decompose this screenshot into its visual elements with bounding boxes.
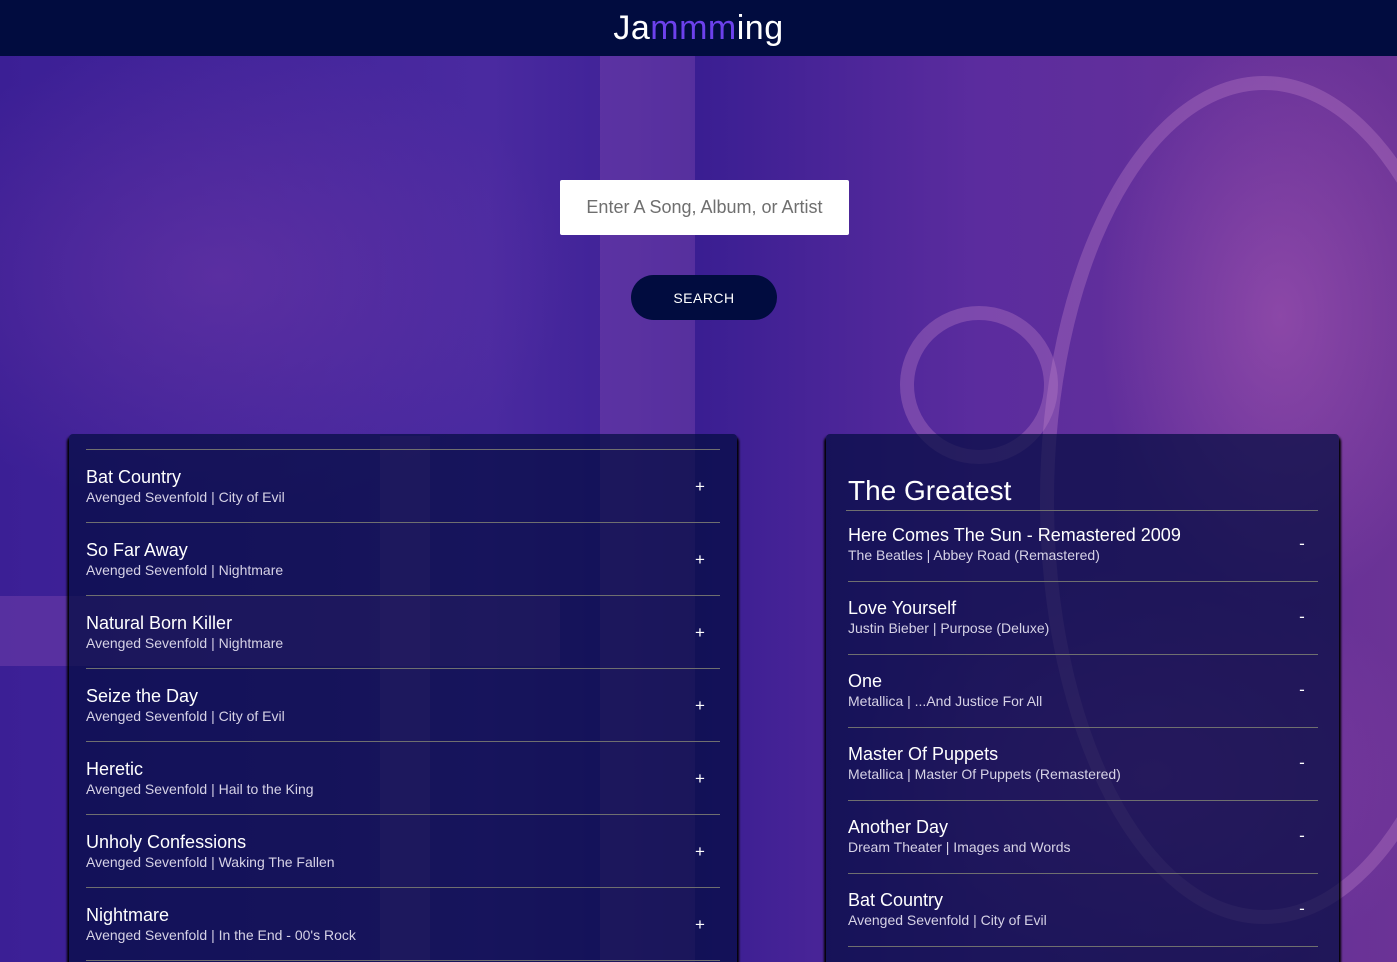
result-track: Seize the Day Avenged Sevenfold | City o…	[86, 669, 720, 742]
track-name: Another Day	[848, 817, 949, 837]
remove-track-button[interactable]: -	[1292, 821, 1312, 851]
result-track: Bat Country Avenged Sevenfold | City of …	[86, 450, 720, 523]
track-artist-album: Metallica | ...And Justice For All	[848, 693, 1043, 709]
playlist-track-list: Here Comes The Sun - Remastered 2009 The…	[848, 509, 1318, 947]
track-artist-album: Avenged Sevenfold | City of Evil	[86, 708, 285, 724]
playlist-track: Love Yourself Justin Bieber | Purpose (D…	[848, 582, 1318, 655]
remove-track-button[interactable]: -	[1292, 529, 1312, 559]
track-name: Bat Country	[848, 890, 944, 910]
remove-track-button[interactable]: -	[1292, 675, 1312, 705]
logo-text-start: Ja	[613, 9, 651, 47]
playlist-track: One Metallica | ...And Justice For All -	[848, 655, 1318, 728]
track-artist-album: Avenged Sevenfold | Nightmare	[86, 562, 284, 578]
track-artist-album: Avenged Sevenfold | City of Evil	[86, 489, 285, 505]
search-input[interactable]	[560, 180, 849, 235]
track-name: Bat Country	[86, 467, 182, 487]
track-name: So Far Away	[86, 540, 188, 560]
add-track-button[interactable]: +	[690, 837, 710, 867]
track-name: Master Of Puppets	[848, 744, 999, 764]
track-artist-album: Avenged Sevenfold | Nightmare	[86, 635, 284, 651]
track-name: Heretic	[86, 759, 144, 779]
remove-track-button[interactable]: -	[1292, 748, 1312, 778]
track-name: Love Yourself	[848, 598, 957, 618]
add-track-button[interactable]: +	[690, 764, 710, 794]
playlist-name-input[interactable]	[846, 474, 1318, 511]
track-name: Nightmare	[86, 905, 170, 925]
playlist-track: Another Day Dream Theater | Images and W…	[848, 801, 1318, 874]
add-track-button[interactable]: +	[690, 472, 710, 502]
playlist-panel: Here Comes The Sun - Remastered 2009 The…	[826, 434, 1339, 962]
add-track-button[interactable]: +	[690, 910, 710, 940]
track-name: One	[848, 671, 883, 691]
playlist-track: Master Of Puppets Metallica | Master Of …	[848, 728, 1318, 801]
app-header: Jammming	[0, 0, 1397, 56]
result-track: Heretic Avenged Sevenfold | Hail to the …	[86, 742, 720, 815]
track-artist-album: Avenged Sevenfold | In the End - 00's Ro…	[86, 927, 356, 943]
result-track: Nightmare Avenged Sevenfold | In the End…	[86, 888, 720, 961]
remove-track-button[interactable]: -	[1292, 894, 1312, 924]
track-artist-album: Avenged Sevenfold | Waking The Fallen	[86, 854, 335, 870]
add-track-button[interactable]: +	[690, 618, 710, 648]
search-results-panel: Bat Country Avenged Sevenfold | City of …	[69, 434, 737, 962]
logo-text-end: ing	[736, 9, 784, 47]
playlist-track: Here Comes The Sun - Remastered 2009 The…	[848, 509, 1318, 582]
remove-track-button[interactable]: -	[1292, 602, 1312, 632]
track-name: Seize the Day	[86, 686, 199, 706]
result-track: So Far Away Avenged Sevenfold | Nightmar…	[86, 523, 720, 596]
add-track-button[interactable]: +	[690, 545, 710, 575]
track-artist-album: Metallica | Master Of Puppets (Remastere…	[848, 766, 1121, 782]
track-name: Natural Born Killer	[86, 613, 233, 633]
result-track: Natural Born Killer Avenged Sevenfold | …	[86, 596, 720, 669]
track-artist-album: The Beatles | Abbey Road (Remastered)	[848, 547, 1100, 563]
track-artist-album: Avenged Sevenfold | City of Evil	[848, 912, 1047, 928]
track-artist-album: Avenged Sevenfold | Hail to the King	[86, 781, 314, 797]
logo-text-accent: mmm	[650, 9, 737, 47]
search-results-list: Bat Country Avenged Sevenfold | City of …	[86, 449, 720, 961]
search-button[interactable]: SEARCH	[631, 275, 777, 320]
add-track-button[interactable]: +	[690, 691, 710, 721]
track-name: Here Comes The Sun - Remastered 2009	[848, 525, 1181, 545]
app-logo: Jammming	[613, 11, 783, 45]
result-track: Unholy Confessions Avenged Sevenfold | W…	[86, 815, 720, 888]
track-name: Unholy Confessions	[86, 832, 247, 852]
playlist-track: Bat Country Avenged Sevenfold | City of …	[848, 874, 1318, 947]
track-artist-album: Dream Theater | Images and Words	[848, 839, 1071, 855]
track-artist-album: Justin Bieber | Purpose (Deluxe)	[848, 620, 1050, 636]
